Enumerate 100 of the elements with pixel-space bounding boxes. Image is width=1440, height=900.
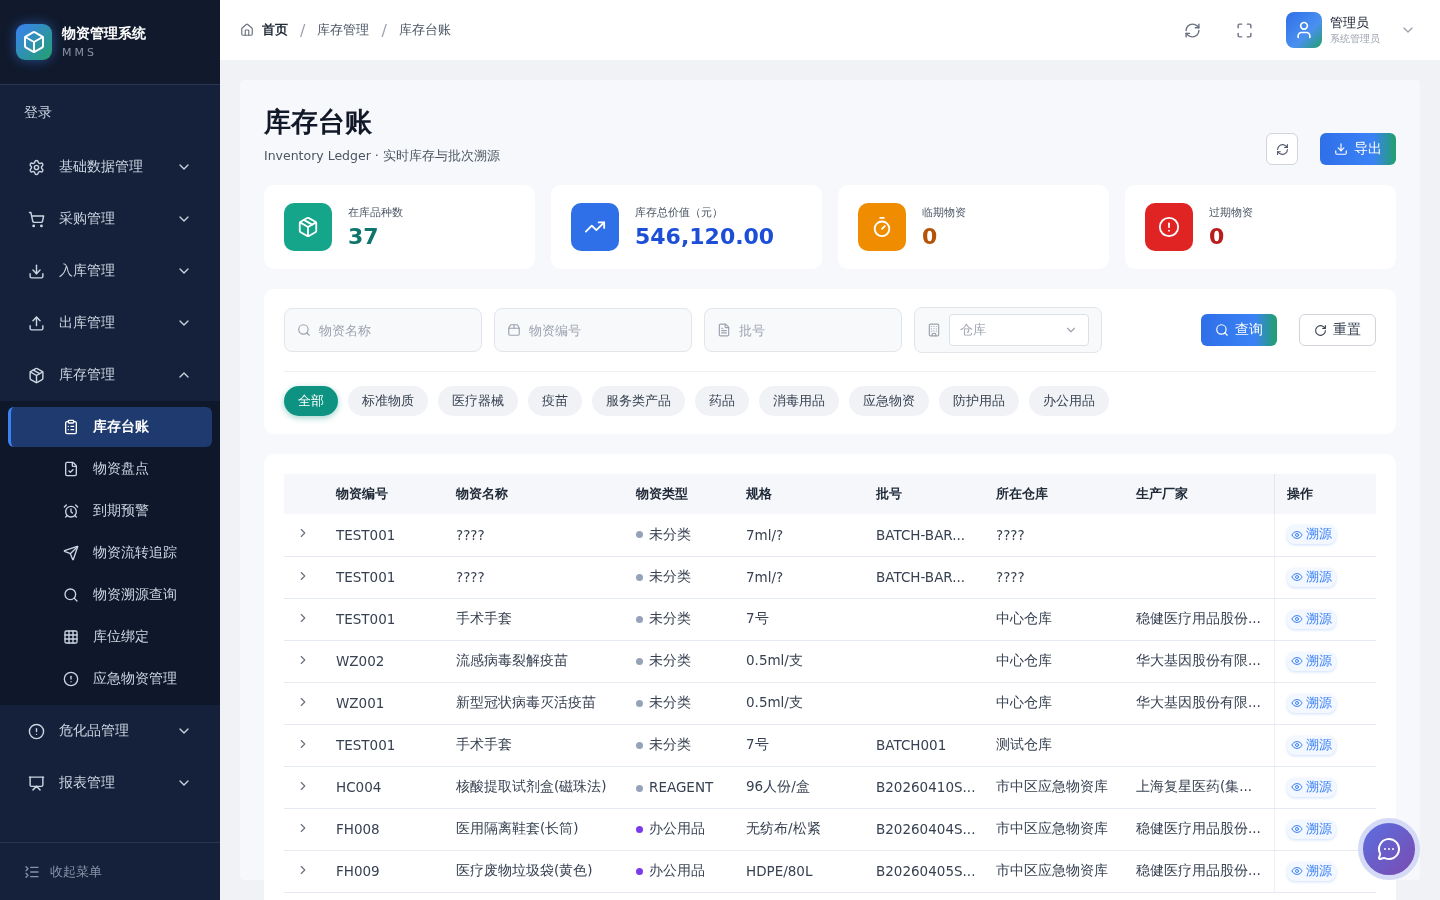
type-label: 未分类	[649, 525, 691, 542]
table-cell: 上海复星医药(集...	[1136, 778, 1253, 794]
sidebar-item[interactable]: 入库管理	[0, 245, 220, 297]
trace-link[interactable]: 溯源	[1286, 693, 1336, 713]
sidebar-item[interactable]: 库存管理	[0, 349, 220, 401]
package-icon	[507, 323, 521, 337]
column-header: 物资名称	[444, 474, 624, 514]
table-cell: ????	[984, 514, 1124, 556]
code-input[interactable]: 物资编号	[529, 309, 691, 351]
category-chip[interactable]: 医疗器械	[438, 386, 518, 416]
table-cell: 华大基因股份有限...	[1136, 694, 1261, 710]
submenu-item[interactable]: 物资盘点	[8, 449, 212, 489]
category-chip[interactable]: 服务类产品	[592, 386, 685, 416]
stat-value: 0	[1209, 224, 1226, 249]
breadcrumb-separator: /	[381, 20, 387, 40]
alert-icon	[1158, 216, 1180, 238]
code-field[interactable]: 物资编号	[494, 308, 692, 352]
table-cell: 手术手套	[444, 598, 624, 640]
stat-label: 过期物资	[1209, 205, 1253, 220]
alert-icon	[63, 671, 79, 687]
trace-link[interactable]: 溯源	[1286, 777, 1336, 797]
submenu-item[interactable]: 库存台账	[8, 407, 212, 447]
stat-label: 在库品种数	[348, 205, 403, 220]
breadcrumb-item[interactable]: 库存管理	[317, 21, 370, 39]
name-field[interactable]: 物资名称	[284, 308, 482, 352]
chat-icon	[1377, 837, 1401, 861]
eye-icon	[1290, 781, 1303, 793]
category-chip[interactable]: 全部	[284, 386, 338, 416]
table-cell: BATCH-BAR...	[876, 569, 966, 585]
sidebar-item[interactable]: 采购管理	[0, 193, 220, 245]
category-chip[interactable]: 疫苗	[528, 386, 582, 416]
eye-icon	[1290, 865, 1303, 877]
search-icon	[297, 323, 311, 337]
download-icon	[1334, 142, 1348, 156]
category-chip[interactable]: 应急物资	[849, 386, 929, 416]
table-cell: ????	[444, 556, 624, 598]
trace-link[interactable]: 溯源	[1286, 609, 1336, 629]
submenu-item[interactable]: 应急物资管理	[8, 659, 212, 699]
breadcrumb-item[interactable]: 首页	[262, 21, 288, 39]
table-cell: 稳健医疗用品股份...	[1136, 820, 1261, 836]
sidebar-item[interactable]: 出库管理	[0, 297, 220, 349]
table-cell: B20260405S...	[876, 863, 976, 879]
batch-field[interactable]: 批号	[704, 308, 902, 352]
trace-link[interactable]: 溯源	[1286, 861, 1336, 881]
table-cell: WZ002	[324, 640, 444, 682]
table-cell: 无纺布/松紧	[734, 808, 864, 850]
column-header: 规格	[734, 474, 864, 514]
stat-value: 37	[348, 224, 380, 249]
user-role: 系统管理员	[1330, 32, 1380, 46]
eye-icon	[1290, 655, 1303, 667]
refresh-icon	[1314, 323, 1327, 337]
user-name: 管理员	[1330, 14, 1370, 32]
submenu-item[interactable]: 到期预警	[8, 491, 212, 531]
table-cell: TEST001	[324, 724, 444, 766]
table-cell: 中心仓库	[984, 682, 1124, 724]
login-link[interactable]: 登录	[0, 85, 220, 141]
refresh-button[interactable]	[1266, 133, 1298, 165]
trace-link[interactable]: 溯源	[1286, 651, 1336, 671]
name-input[interactable]: 物资名称	[319, 309, 481, 351]
presentation-icon	[28, 774, 45, 792]
alert-icon	[28, 722, 45, 740]
table-cell: BATCH-BAR...	[876, 526, 966, 543]
type-label: 办公用品	[649, 820, 705, 836]
category-chip[interactable]: 药品	[695, 386, 749, 416]
trace-link[interactable]: 溯源	[1286, 819, 1336, 839]
batch-input[interactable]: 批号	[739, 309, 901, 351]
submenu-item[interactable]: 库位绑定	[8, 617, 212, 657]
refresh-icon	[1275, 142, 1289, 156]
trace-link[interactable]: 溯源	[1286, 525, 1336, 545]
export-button[interactable]: 导出	[1320, 133, 1396, 165]
table-cell: B20260410S...	[876, 779, 976, 795]
table-cell: 医用隔离鞋套(长筒)	[444, 808, 624, 850]
query-button[interactable]: 查询	[1201, 314, 1277, 346]
column-header: 操作	[1274, 474, 1376, 514]
table-cell: 稳健医疗用品股份...	[1136, 862, 1261, 878]
table-cell: 中心仓库	[984, 640, 1124, 682]
sidebar-item[interactable]: 报表管理	[0, 757, 220, 809]
category-chip[interactable]: 标准物质	[348, 386, 428, 416]
reset-button[interactable]: 重置	[1299, 314, 1376, 346]
table-cell: 7号	[734, 598, 864, 640]
trace-link[interactable]: 溯源	[1286, 735, 1336, 755]
sidebar-item[interactable]: 基础数据管理	[0, 141, 220, 193]
submenu-item[interactable]: 物资溯源查询	[8, 575, 212, 615]
sidebar-item[interactable]: 危化品管理	[0, 705, 220, 757]
category-chip[interactable]: 消毒用品	[759, 386, 839, 416]
category-chip[interactable]: 防护用品	[939, 386, 1019, 416]
breadcrumb-separator: /	[300, 20, 306, 40]
table-cell: 新型冠状病毒灭活疫苗	[444, 682, 624, 724]
table-cell: HDPE/80L	[734, 850, 864, 892]
category-chip[interactable]: 办公用品	[1029, 386, 1109, 416]
app-title: 物资管理系统	[62, 25, 146, 43]
column-header: 所在仓库	[984, 474, 1124, 514]
eye-icon	[1290, 571, 1303, 583]
eye-icon	[1290, 697, 1303, 709]
type-label: 未分类	[649, 610, 691, 626]
submenu-item[interactable]: 物资流转追踪	[8, 533, 212, 573]
table-cell: 手术手套	[444, 724, 624, 766]
avatar-icon[interactable]	[1286, 12, 1322, 48]
collapse-menu-button[interactable]: 收起菜单	[0, 842, 220, 900]
trace-link[interactable]: 溯源	[1286, 567, 1336, 587]
